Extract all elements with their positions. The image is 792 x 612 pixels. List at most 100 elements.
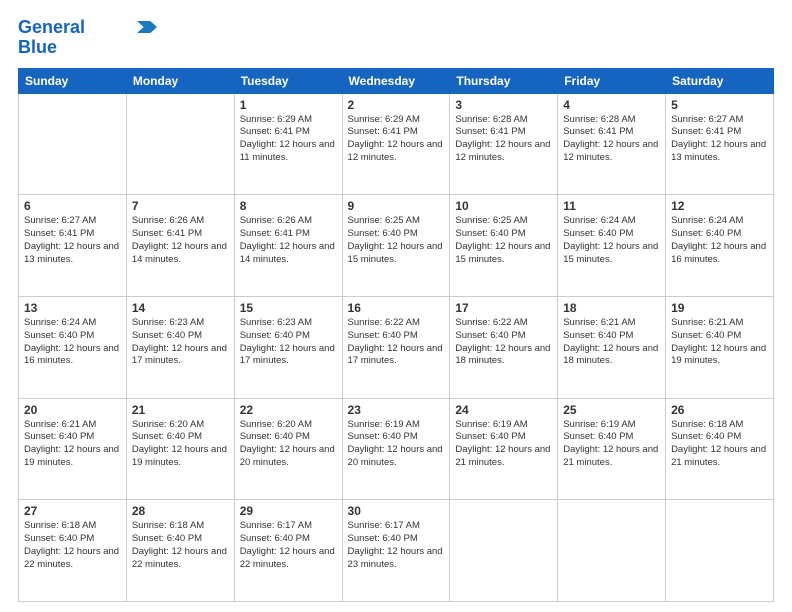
calendar-cell: 8Sunrise: 6:26 AM Sunset: 6:41 PM Daylig… (234, 195, 342, 297)
calendar-cell: 20 Sunrise: 6:21 AM Sunset: 6:40 PM Dayli… (19, 398, 127, 500)
calendar-header-saturday: Saturday (666, 68, 774, 93)
day-number: 3 (455, 98, 552, 112)
day-number: 8 (240, 199, 337, 213)
calendar-cell: 28 Sunrise: 6:18 AM Sunset: 6:40 PM Dayli… (126, 500, 234, 602)
day-number: 20 (24, 403, 121, 417)
day-number: 30 (348, 504, 445, 518)
calendar-cell (558, 500, 666, 602)
day-number: 17 (455, 301, 552, 315)
calendar-cell: 4 Sunrise: 6:28 AM Sunset: 6:41 PM Daylig… (558, 93, 666, 195)
calendar-cell: 7Sunrise: 6:26 AM Sunset: 6:41 PM Daylig… (126, 195, 234, 297)
calendar-cell: 22 Sunrise: 6:20 AM Sunset: 6:40 PM Dayli… (234, 398, 342, 500)
day-info: Sunrise: 6:19 AM Sunset: 6:40 PM Dayligh… (455, 419, 552, 470)
day-number: 14 (132, 301, 229, 315)
day-info: Sunrise: 6:19 AM Sunset: 6:40 PM Dayligh… (563, 419, 660, 470)
calendar-cell (450, 500, 558, 602)
day-info: Sunrise: 6:23 AM Sunset: 6:40 PM Dayligh… (132, 317, 229, 368)
calendar-header-friday: Friday (558, 68, 666, 93)
day-info: Sunrise: 6:24 AM Sunset: 6:40 PM Dayligh… (671, 215, 768, 266)
day-info: Sunrise: 6:18 AM Sunset: 6:40 PM Dayligh… (132, 520, 229, 571)
calendar-cell: 21Sunrise: 6:20 AM Sunset: 6:40 PM Dayli… (126, 398, 234, 500)
day-info: Sunrise: 6:22 AM Sunset: 6:40 PM Dayligh… (455, 317, 552, 368)
day-info: Sunrise: 6:28 AM Sunset: 6:41 PM Dayligh… (455, 114, 552, 165)
day-number: 29 (240, 504, 337, 518)
logo-icon (137, 21, 157, 33)
day-number: 5 (671, 98, 768, 112)
calendar-header-wednesday: Wednesday (342, 68, 450, 93)
day-number: 11 (563, 199, 660, 213)
calendar-cell (126, 93, 234, 195)
day-number: 19 (671, 301, 768, 315)
calendar-week-row: 6Sunrise: 6:27 AM Sunset: 6:41 PM Daylig… (19, 195, 774, 297)
calendar-cell: 18 Sunrise: 6:21 AM Sunset: 6:40 PM Dayli… (558, 296, 666, 398)
calendar-cell: 12 Sunrise: 6:24 AM Sunset: 6:40 PM Dayli… (666, 195, 774, 297)
calendar-week-row: 1 Sunrise: 6:29 AM Sunset: 6:41 PM Daylig… (19, 93, 774, 195)
day-info: Sunrise: 6:17 AM Sunset: 6:40 PM Dayligh… (240, 520, 337, 571)
day-number: 26 (671, 403, 768, 417)
calendar-header-row: SundayMondayTuesdayWednesdayThursdayFrid… (19, 68, 774, 93)
day-number: 7 (132, 199, 229, 213)
day-number: 16 (348, 301, 445, 315)
calendar-cell: 27Sunrise: 6:18 AM Sunset: 6:40 PM Dayli… (19, 500, 127, 602)
day-info: Sunrise: 6:22 AM Sunset: 6:40 PM Dayligh… (348, 317, 445, 368)
day-number: 21 (132, 403, 229, 417)
calendar-cell: 29 Sunrise: 6:17 AM Sunset: 6:40 PM Dayli… (234, 500, 342, 602)
day-number: 9 (348, 199, 445, 213)
calendar-cell: 5 Sunrise: 6:27 AM Sunset: 6:41 PM Daylig… (666, 93, 774, 195)
day-number: 10 (455, 199, 552, 213)
calendar-header-thursday: Thursday (450, 68, 558, 93)
calendar-week-row: 20 Sunrise: 6:21 AM Sunset: 6:40 PM Dayli… (19, 398, 774, 500)
day-info: Sunrise: 6:28 AM Sunset: 6:41 PM Dayligh… (563, 114, 660, 165)
day-info: Sunrise: 6:24 AM Sunset: 6:40 PM Dayligh… (563, 215, 660, 266)
day-info: Sunrise: 6:21 AM Sunset: 6:40 PM Dayligh… (24, 419, 121, 470)
calendar-cell: 10Sunrise: 6:25 AM Sunset: 6:40 PM Dayli… (450, 195, 558, 297)
calendar-table: SundayMondayTuesdayWednesdayThursdayFrid… (18, 68, 774, 602)
day-info: Sunrise: 6:21 AM Sunset: 6:40 PM Dayligh… (671, 317, 768, 368)
calendar-cell: 13 Sunrise: 6:24 AM Sunset: 6:40 PM Dayli… (19, 296, 127, 398)
day-number: 1 (240, 98, 337, 112)
calendar-cell: 11 Sunrise: 6:24 AM Sunset: 6:40 PM Dayli… (558, 195, 666, 297)
day-number: 15 (240, 301, 337, 315)
day-number: 4 (563, 98, 660, 112)
day-number: 12 (671, 199, 768, 213)
day-number: 13 (24, 301, 121, 315)
calendar-cell: 26 Sunrise: 6:18 AM Sunset: 6:40 PM Dayli… (666, 398, 774, 500)
calendar-cell: 17 Sunrise: 6:22 AM Sunset: 6:40 PM Dayli… (450, 296, 558, 398)
day-info: Sunrise: 6:23 AM Sunset: 6:40 PM Dayligh… (240, 317, 337, 368)
logo-general: General (18, 17, 85, 37)
day-number: 22 (240, 403, 337, 417)
day-info: Sunrise: 6:20 AM Sunset: 6:40 PM Dayligh… (240, 419, 337, 470)
day-number: 18 (563, 301, 660, 315)
day-info: Sunrise: 6:19 AM Sunset: 6:40 PM Dayligh… (348, 419, 445, 470)
calendar-cell: 6Sunrise: 6:27 AM Sunset: 6:41 PM Daylig… (19, 195, 127, 297)
day-info: Sunrise: 6:27 AM Sunset: 6:41 PM Dayligh… (24, 215, 121, 266)
calendar-header-sunday: Sunday (19, 68, 127, 93)
page: General Blue SundayMondayTuesdayWednesda… (0, 0, 792, 612)
day-info: Sunrise: 6:29 AM Sunset: 6:41 PM Dayligh… (240, 114, 337, 165)
day-info: Sunrise: 6:27 AM Sunset: 6:41 PM Dayligh… (671, 114, 768, 165)
calendar-cell: 23 Sunrise: 6:19 AM Sunset: 6:40 PM Dayli… (342, 398, 450, 500)
day-number: 2 (348, 98, 445, 112)
calendar-cell: 16 Sunrise: 6:22 AM Sunset: 6:40 PM Dayli… (342, 296, 450, 398)
day-number: 23 (348, 403, 445, 417)
calendar-cell: 25Sunrise: 6:19 AM Sunset: 6:40 PM Dayli… (558, 398, 666, 500)
day-info: Sunrise: 6:25 AM Sunset: 6:40 PM Dayligh… (348, 215, 445, 266)
day-info: Sunrise: 6:18 AM Sunset: 6:40 PM Dayligh… (24, 520, 121, 571)
day-info: Sunrise: 6:21 AM Sunset: 6:40 PM Dayligh… (563, 317, 660, 368)
day-number: 28 (132, 504, 229, 518)
calendar-cell: 14 Sunrise: 6:23 AM Sunset: 6:40 PM Dayli… (126, 296, 234, 398)
day-info: Sunrise: 6:24 AM Sunset: 6:40 PM Dayligh… (24, 317, 121, 368)
calendar-cell (666, 500, 774, 602)
day-info: Sunrise: 6:17 AM Sunset: 6:40 PM Dayligh… (348, 520, 445, 571)
calendar-week-row: 13 Sunrise: 6:24 AM Sunset: 6:40 PM Dayli… (19, 296, 774, 398)
calendar-cell (19, 93, 127, 195)
day-info: Sunrise: 6:18 AM Sunset: 6:40 PM Dayligh… (671, 419, 768, 470)
calendar-cell: 3 Sunrise: 6:28 AM Sunset: 6:41 PM Daylig… (450, 93, 558, 195)
calendar-week-row: 27Sunrise: 6:18 AM Sunset: 6:40 PM Dayli… (19, 500, 774, 602)
calendar-cell: 15 Sunrise: 6:23 AM Sunset: 6:40 PM Dayli… (234, 296, 342, 398)
logo: General Blue (18, 18, 157, 58)
calendar-cell: 19 Sunrise: 6:21 AM Sunset: 6:40 PM Dayli… (666, 296, 774, 398)
calendar-cell: 30 Sunrise: 6:17 AM Sunset: 6:40 PM Dayli… (342, 500, 450, 602)
header: General Blue (18, 18, 774, 58)
day-info: Sunrise: 6:29 AM Sunset: 6:41 PM Dayligh… (348, 114, 445, 165)
